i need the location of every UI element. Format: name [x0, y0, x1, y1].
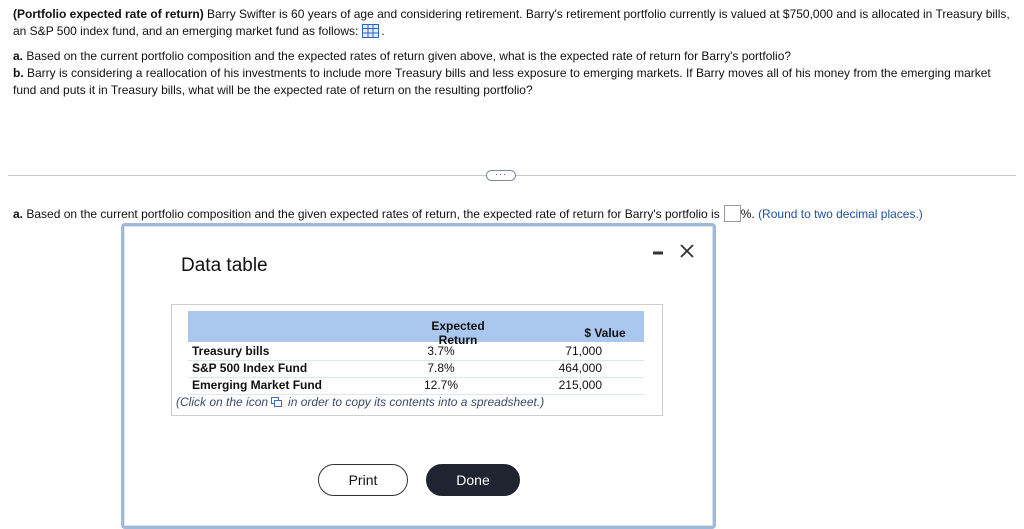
answer-input[interactable] — [723, 205, 741, 222]
close-icon[interactable] — [676, 240, 698, 262]
header-return-line1: Expected — [431, 319, 485, 333]
expand-more-button[interactable]: ··· — [486, 170, 516, 181]
table-header: Expected Return $ Value — [188, 311, 644, 347]
row-value: 71,000 — [565, 344, 602, 358]
minimize-icon[interactable] — [648, 240, 670, 262]
row-name: Treasury bills — [192, 344, 270, 358]
answer-part-label: a. — [13, 207, 24, 221]
problem-intro-end: . — [381, 24, 385, 38]
dialog-title: Data table — [181, 255, 268, 276]
part-a-question: a. Based on the current portfolio compos… — [13, 48, 1013, 65]
row-name: S&P 500 Index Fund — [192, 361, 308, 375]
answer-line: a. Based on the current portfolio compos… — [13, 205, 923, 222]
part-a-label: a. — [13, 49, 24, 63]
problem-statement: (Portfolio expected rate of return) Barr… — [13, 6, 1013, 99]
print-button[interactable]: Print — [318, 464, 408, 496]
problem-intro: (Portfolio expected rate of return) Barr… — [13, 6, 1013, 40]
answer-unit: %. — [740, 207, 755, 221]
row-return: 12.7% — [423, 378, 459, 392]
copy-note-after: in order to copy its contents into a spr… — [288, 395, 545, 409]
copy-spreadsheet-icon[interactable] — [271, 396, 283, 407]
answer-text: Based on the current portfolio compositi… — [23, 207, 720, 221]
row-name: Emerging Market Fund — [192, 378, 323, 392]
part-b-text: Barry is considering a reallocation of h… — [13, 66, 991, 97]
copy-note: (Click on the icon in order to copy its c… — [176, 395, 544, 409]
part-b-question: b. Barry is considering a reallocation o… — [13, 65, 1013, 99]
part-a-text: Based on the current portfolio compositi… — [23, 49, 792, 63]
header-value: $ Value — [584, 326, 626, 340]
row-return: 3.7% — [427, 344, 455, 358]
copy-note-before: (Click on the icon — [176, 395, 269, 409]
row-value: 215,000 — [558, 378, 602, 392]
data-table-dialog: Data table Expected Return $ Value Treas… — [121, 223, 716, 529]
data-table: Expected Return $ Value Treasury bills 3… — [171, 304, 663, 416]
row-value: 464,000 — [558, 361, 602, 375]
done-button[interactable]: Done — [426, 464, 520, 496]
problem-title: (Portfolio expected rate of return) — [13, 7, 204, 21]
rounding-hint: (Round to two decimal places.) — [758, 207, 923, 221]
part-b-label: b. — [13, 66, 24, 80]
data-table-icon[interactable] — [362, 24, 380, 38]
row-return: 7.8% — [427, 361, 455, 375]
